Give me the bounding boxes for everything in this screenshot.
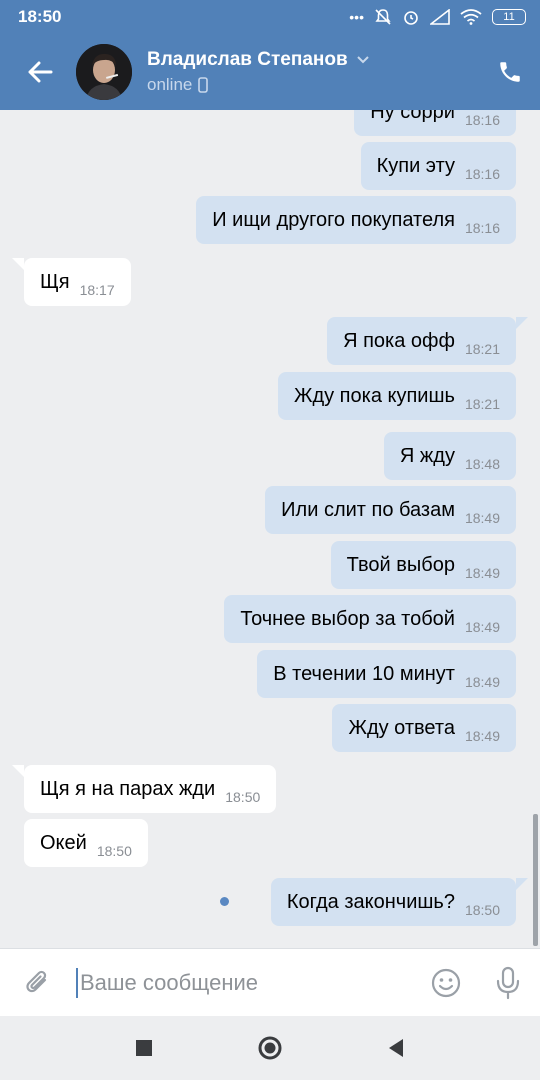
wifi-icon: [460, 9, 482, 25]
back-nav-button[interactable]: [376, 1028, 416, 1068]
message-text: Когда закончишь?: [286, 891, 455, 913]
message-input-wrap[interactable]: [76, 949, 416, 1017]
message-bubble-outgoing[interactable]: Купи эту 18:16: [360, 142, 516, 190]
message-time: 18:16: [464, 112, 500, 128]
alarm-icon: [404, 11, 418, 25]
arrow-back-icon: [28, 61, 53, 83]
message-composer: [0, 948, 540, 1016]
message-text: Или слит по базам: [281, 499, 455, 521]
chevron-down-icon: [356, 56, 369, 64]
smile-icon: [431, 968, 461, 997]
message-bubble-outgoing[interactable]: И ищи другого покупателя 18:16: [196, 196, 516, 244]
avatar-photo: [76, 44, 132, 100]
message-bubble-incoming[interactable]: Щя 18:17: [12, 258, 131, 306]
phone-icon: [500, 62, 520, 82]
microphone-icon: [496, 966, 520, 999]
message-text: Жду пока купишь: [293, 385, 455, 407]
message-text: Щя: [40, 271, 70, 293]
attach-button[interactable]: [0, 949, 76, 1017]
contact-info[interactable]: Владислав Степанов online: [147, 49, 370, 95]
message-bubble-outgoing[interactable]: Жду пока купишь 18:21: [277, 372, 516, 420]
message-bubble-outgoing[interactable]: Я пока офф 18:21: [327, 317, 528, 365]
message-time: 18:16: [464, 220, 500, 236]
message-time: 18:50: [464, 902, 500, 918]
message-time: 18:49: [464, 565, 500, 581]
signal-icon: [430, 9, 450, 25]
message-bubble-outgoing[interactable]: Или слит по базам 18:49: [265, 486, 516, 534]
message-text: Ну сорри: [370, 110, 455, 123]
message-bubble-outgoing[interactable]: Ну сорри 18:16: [354, 110, 516, 136]
message-time: 18:48: [464, 456, 500, 472]
text-caret: [76, 967, 78, 998]
message-text: Купи эту: [376, 155, 455, 177]
message-text: Жду ответа: [348, 717, 455, 739]
message-time: 18:17: [79, 282, 115, 298]
unread-indicator: [220, 897, 229, 906]
message-bubble-outgoing[interactable]: Твой выбор 18:49: [330, 541, 516, 589]
recents-button[interactable]: [124, 1028, 164, 1068]
chat-header: Владислав Степанов online: [0, 38, 540, 106]
circle-icon: [258, 1036, 282, 1060]
message-bubble-outgoing[interactable]: Точнее выбор за тобой 18:49: [224, 595, 516, 643]
message-bubble-outgoing[interactable]: Жду ответа 18:49: [332, 704, 516, 752]
message-text: Щя я на парах жди: [40, 778, 216, 800]
message-time: 18:50: [225, 789, 261, 805]
call-button[interactable]: [480, 42, 540, 102]
home-button[interactable]: [250, 1028, 290, 1068]
system-nav-bar: [0, 1016, 540, 1080]
message-time: 18:49: [464, 619, 500, 635]
paperclip-icon: [26, 970, 47, 992]
mobile-icon: [198, 77, 209, 93]
message-time: 18:21: [464, 396, 500, 412]
status-bar: 18:50 ••• 11: [0, 0, 540, 34]
message-text: Я жду: [399, 445, 455, 467]
message-time: 18:49: [464, 728, 500, 744]
message-bubble-outgoing[interactable]: Я жду 18:48: [383, 432, 516, 480]
message-bubble-incoming[interactable]: Щя я на парах жди 18:50: [11, 765, 277, 813]
message-text: Я пока офф: [343, 330, 455, 352]
message-text: Окей: [40, 832, 87, 854]
emoji-button[interactable]: [416, 949, 476, 1017]
message-list[interactable]: Ну сорри 18:16 Купи эту 18:16 И ищи друг…: [0, 110, 540, 948]
message-time: 18:49: [464, 674, 500, 690]
contact-status-row: online: [147, 75, 370, 95]
message-time: 18:50: [96, 843, 132, 859]
dots-icon: •••: [349, 9, 364, 25]
message-text: Точнее выбор за тобой: [240, 608, 455, 630]
contact-name-row: Владислав Степанов: [147, 49, 370, 71]
message-bubble-incoming[interactable]: Окей 18:50: [24, 819, 148, 867]
message-text: Твой выбор: [346, 554, 455, 576]
battery-icon: 11: [492, 9, 526, 25]
mute-icon: [375, 9, 391, 25]
message-time: 18:16: [464, 166, 500, 182]
back-button[interactable]: [0, 42, 80, 102]
contact-name: Владислав Степанов: [147, 49, 348, 70]
message-text: В течении 10 минут: [273, 663, 455, 685]
status-icons: ••• 11: [349, 8, 526, 26]
message-time: 18:21: [464, 341, 500, 357]
message-bubble-outgoing[interactable]: Когда закончишь? 18:50: [270, 878, 529, 926]
message-text: И ищи другого покупателя: [212, 209, 455, 231]
scrollbar[interactable]: [533, 814, 538, 946]
contact-status: online: [147, 75, 193, 94]
message-bubble-outgoing[interactable]: В течении 10 минут 18:49: [257, 650, 516, 698]
square-icon: [136, 1040, 152, 1056]
voice-message-button[interactable]: [476, 949, 540, 1017]
message-time: 18:49: [464, 510, 500, 526]
avatar[interactable]: [76, 44, 132, 100]
message-input[interactable]: [80, 969, 400, 996]
triangle-back-icon: [389, 1039, 403, 1057]
status-time: 18:50: [18, 7, 62, 26]
top-bar: 18:50 ••• 11 Владислав Степанов online: [0, 0, 540, 110]
